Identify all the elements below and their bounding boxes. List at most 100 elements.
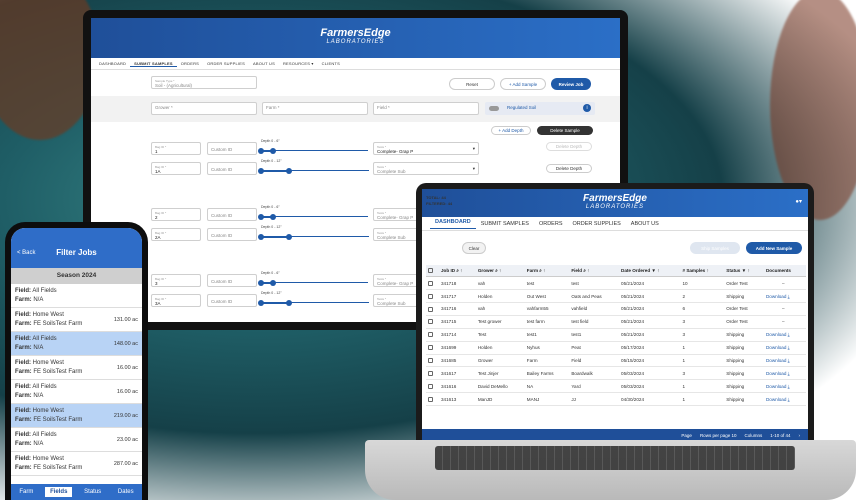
slider-thumb-end[interactable] — [286, 234, 292, 240]
nav-item-order-supplies[interactable]: ORDER SUPPLIES — [203, 61, 249, 66]
download-icon[interactable]: ⤓ — [786, 358, 790, 363]
download-link[interactable]: Download — [766, 332, 786, 337]
list-item[interactable]: Field: All Fields Farm: N/A — [11, 284, 142, 308]
column-header-grower[interactable]: Grower ⌕ ↑ — [475, 265, 525, 278]
nav-item-resources[interactable]: RESOURCES ▾ — [279, 61, 318, 66]
cell-documents[interactable]: Download ⤓ — [763, 328, 806, 342]
checkbox-icon[interactable] — [428, 293, 433, 299]
depth-slider[interactable] — [258, 300, 292, 306]
select-all-checkbox[interactable] — [426, 265, 439, 278]
slider-thumb-end[interactable] — [270, 280, 276, 286]
list-item[interactable]: Field: All Fields Farm: N/A 23.00 ac — [11, 428, 142, 452]
slider-thumb-start[interactable] — [258, 214, 264, 220]
depth-slider[interactable] — [258, 280, 276, 286]
slider-thumb-end[interactable] — [270, 148, 276, 154]
list-item[interactable]: Field: Home West Farm: FE SoilsTest Farm 2… — [11, 404, 142, 428]
table-row[interactable]: 341613 ManJD MANJ JJ 04/30/2024 1 Shipping Down… — [426, 392, 806, 407]
slider-thumb-end[interactable] — [270, 214, 276, 220]
download-icon[interactable]: ⤓ — [786, 294, 790, 299]
farm-input[interactable]: Farm * — [262, 102, 368, 115]
tab-status[interactable]: Status — [79, 487, 106, 497]
delete-depth-button-disabled[interactable]: Delete Depth — [546, 142, 592, 151]
grower-input[interactable]: Grower * — [151, 102, 257, 115]
download-icon[interactable]: ⤓ — [786, 371, 790, 376]
custom-id-input[interactable]: Custom ID — [207, 274, 257, 287]
depth-slider[interactable] — [258, 148, 276, 154]
cell-documents[interactable]: Download ⤓ — [763, 392, 806, 407]
person-icon[interactable]: ●▾ — [795, 198, 802, 205]
row-checkbox[interactable] — [426, 379, 439, 394]
nav-item-dashboard[interactable]: DASHBOARD — [430, 219, 476, 229]
column-header-date-ordered[interactable]: Date Ordered ▼ ↑ — [619, 265, 681, 278]
rows-per-page-select[interactable]: Rows per page 10 — [700, 433, 737, 438]
column-header-documents[interactable]: Documents — [763, 265, 806, 278]
nav-item-submit-samples[interactable]: SUBMIT SAMPLES — [476, 221, 534, 227]
custom-id-input[interactable]: Custom ID — [207, 142, 257, 155]
tab-farm[interactable]: Farm — [14, 487, 38, 497]
add-depth-button[interactable]: + Add Depth — [491, 126, 531, 135]
checkbox-icon[interactable] — [428, 268, 433, 274]
cell-documents[interactable]: Download ⤓ — [763, 341, 806, 355]
depth-slider[interactable] — [258, 168, 292, 174]
sort-arrow-icon[interactable]: ↑ — [656, 268, 659, 273]
slider-thumb-end[interactable] — [286, 300, 292, 306]
add-new-sample-button[interactable]: Add New Sample — [746, 242, 802, 254]
nav-item-about-us[interactable]: ABOUT US — [249, 61, 279, 66]
table-row[interactable]: 341714 Test test1 test1 05/21/2024 3 Shipping D… — [426, 328, 806, 342]
row-checkbox[interactable] — [426, 276, 439, 291]
download-link[interactable]: Download — [766, 345, 786, 350]
delete-sample-button[interactable]: Delete Sample — [537, 126, 593, 135]
table-row[interactable]: 341616 David DeMello NA Yard 05/03/2024 1 Ship… — [426, 379, 806, 394]
row-checkbox[interactable] — [426, 328, 439, 342]
column-header-status[interactable]: Status ▼ ↑ — [724, 265, 764, 278]
reset-button[interactable]: Reset — [449, 78, 495, 90]
checkbox-icon[interactable] — [428, 280, 433, 286]
custom-id-input[interactable]: Custom ID — [207, 294, 257, 307]
slider-thumb-start[interactable] — [258, 300, 264, 306]
tests-select[interactable]: Tests *Complete- Grap P▾ — [373, 142, 479, 155]
download-icon[interactable]: ⤓ — [786, 345, 790, 350]
checkbox-icon[interactable] — [428, 319, 433, 325]
depth-slider[interactable] — [258, 234, 292, 240]
slider-thumb-start[interactable] — [258, 280, 264, 286]
regulated-soil-toggle[interactable] — [489, 106, 499, 111]
bag-id-input[interactable]: Bag ID * 2A — [151, 228, 201, 241]
sort-arrow-icon[interactable]: ↑ — [586, 268, 589, 273]
nav-item-clients[interactable]: CLIENTS — [318, 61, 344, 66]
checkbox-icon[interactable] — [428, 358, 433, 364]
checkbox-icon[interactable] — [428, 396, 433, 402]
row-checkbox[interactable] — [426, 289, 439, 304]
cell-documents[interactable]: Download ⤓ — [763, 289, 806, 304]
depth-slider[interactable] — [258, 214, 276, 220]
checkbox-icon[interactable] — [428, 345, 433, 351]
row-checkbox[interactable] — [426, 302, 439, 316]
slider-thumb-end[interactable] — [286, 168, 292, 174]
download-link[interactable]: Download — [766, 371, 786, 376]
custom-id-input[interactable]: Custom ID — [207, 228, 257, 241]
list-item[interactable]: Field: Home West Farm: FE SoilsTest Farm 1… — [11, 356, 142, 380]
sort-arrow-icon[interactable]: ↑ — [705, 268, 708, 273]
custom-id-input[interactable]: Custom ID — [207, 162, 257, 175]
nav-item-about-us[interactable]: ABOUT US — [626, 221, 664, 227]
sort-arrow-icon[interactable]: ↑ — [542, 268, 545, 273]
bag-id-input[interactable]: Bag ID * 1 — [151, 142, 201, 155]
row-checkbox[interactable] — [426, 366, 439, 381]
checkbox-icon[interactable] — [428, 332, 433, 338]
bag-id-input[interactable]: Bag ID * 3 — [151, 274, 201, 287]
nav-item-orders[interactable]: ORDERS — [177, 61, 203, 66]
list-item[interactable]: Field: Home West Farm: FE SoilsTest Farm 2… — [11, 452, 142, 476]
table-row[interactable]: 341715 Test grower test farm test field 05/2… — [426, 315, 806, 329]
field-input[interactable]: Field * — [373, 102, 479, 115]
nav-item-orders[interactable]: ORDERS — [534, 221, 568, 227]
list-item[interactable]: Field: All Fields Farm: N/A 148.00 ac — [11, 332, 142, 356]
checkbox-icon[interactable] — [428, 370, 433, 376]
ship-samples-button[interactable]: Ship Samples — [690, 242, 740, 254]
tab-fields[interactable]: Fields — [45, 487, 73, 497]
column-header-field[interactable]: Field ⌕ ↑ — [569, 265, 620, 278]
slider-thumb-start[interactable] — [258, 148, 264, 154]
table-row[interactable]: 341717 Holden Out West Oats and Peas 05/21/2… — [426, 289, 806, 304]
download-link[interactable]: Download — [766, 294, 786, 299]
tests-select[interactable]: Tests *Complete Sub▾ — [373, 162, 479, 175]
row-checkbox[interactable] — [426, 392, 439, 407]
download-link[interactable]: Download — [766, 358, 786, 363]
